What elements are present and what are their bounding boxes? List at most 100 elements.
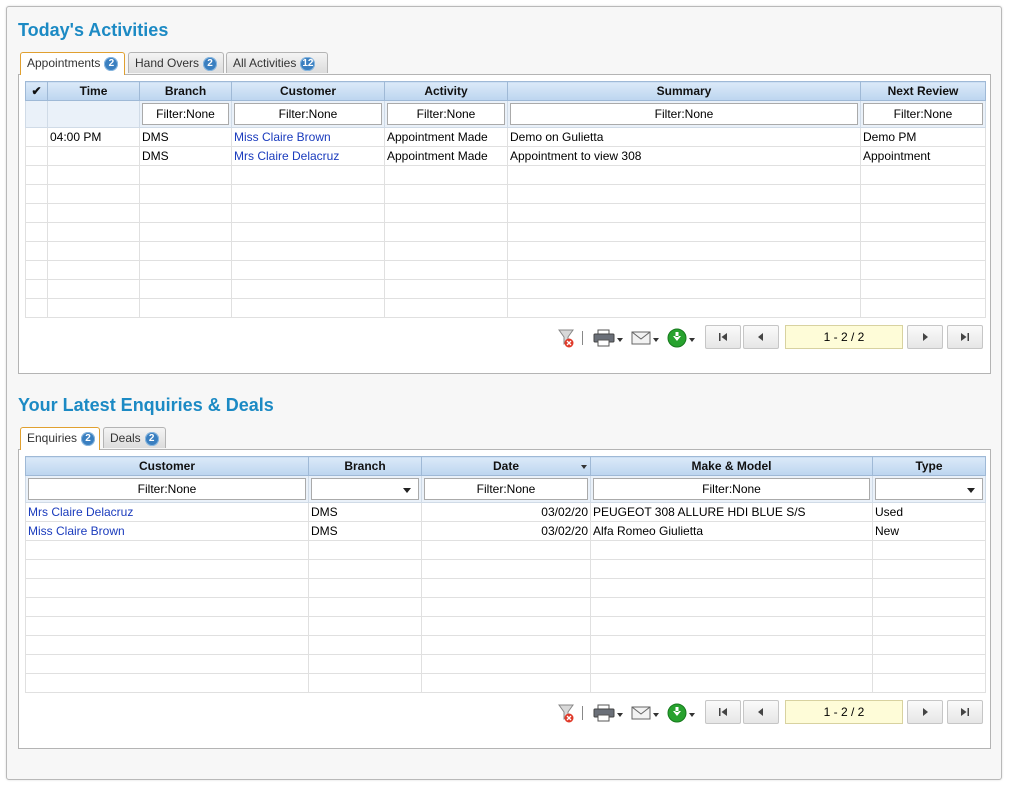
column-header-next-review[interactable]: Next Review: [860, 81, 986, 101]
type-cell: New: [872, 521, 986, 541]
activity-filter[interactable]: Filter:None: [387, 103, 505, 125]
empty-cell: [507, 298, 861, 318]
filter-cell: Filter:None: [860, 100, 986, 128]
prev-page-icon: [758, 708, 763, 716]
empty-cell: [860, 184, 986, 204]
next-page-button[interactable]: [907, 700, 943, 724]
table-row[interactable]: DMS Mrs Claire Delacruz Appointment Made…: [25, 146, 986, 166]
chevron-down-icon: [403, 488, 411, 493]
table-row[interactable]: 04:00 PM DMS Miss Claire Brown Appointme…: [25, 127, 986, 147]
date-filter[interactable]: Filter:None: [424, 478, 588, 500]
filter-row: Filter:None Filter:None Filter:None Filt…: [25, 100, 986, 128]
page-indicator: 1 - 2 / 2: [785, 700, 903, 724]
column-header-customer[interactable]: Customer: [25, 456, 309, 476]
empty-cell: [25, 616, 309, 636]
column-header-type[interactable]: Type: [872, 456, 986, 476]
empty-cell: [590, 673, 873, 693]
empty-cell: [421, 540, 591, 560]
tab-deals[interactable]: Deals 2: [103, 427, 166, 448]
summary-filter[interactable]: Filter:None: [510, 103, 858, 125]
empty-cell: [872, 578, 986, 598]
column-header-customer[interactable]: Customer: [231, 81, 385, 101]
column-header-summary[interactable]: Summary: [507, 81, 861, 101]
empty-cell: [139, 298, 232, 318]
filter-cell: Filter:None: [507, 100, 861, 128]
clear-filter-icon[interactable]: [557, 700, 577, 726]
print-icon[interactable]: [593, 325, 623, 351]
empty-cell: [25, 241, 48, 261]
empty-cell: [47, 184, 140, 204]
next-review-filter[interactable]: Filter:None: [863, 103, 983, 125]
empty-cell: [47, 298, 140, 318]
make-model-cell: Alfa Romeo Giulietta: [590, 521, 873, 541]
customer-link[interactable]: Mrs Claire Delacruz: [25, 502, 309, 522]
last-page-button[interactable]: [947, 325, 983, 349]
activity-cell: Appointment Made: [384, 127, 508, 147]
last-page-button[interactable]: [947, 700, 983, 724]
column-header-activity[interactable]: Activity: [384, 81, 508, 101]
table-row[interactable]: Mrs Claire Delacruz DMS 03/02/20 PEUGEOT…: [25, 502, 986, 522]
tab-enquiries[interactable]: Enquiries 2: [20, 427, 100, 450]
tab-all-activities[interactable]: All Activities 12: [226, 52, 328, 73]
empty-cell: [139, 222, 232, 242]
email-icon[interactable]: [631, 700, 659, 726]
filter-cell: Filter:None: [421, 475, 591, 503]
download-icon[interactable]: [667, 700, 695, 726]
enquiries-title: Your Latest Enquiries & Deals: [18, 395, 274, 415]
check-cell[interactable]: [25, 127, 48, 147]
column-header-time[interactable]: Time: [47, 81, 140, 101]
page-indicator: 1 - 2 / 2: [785, 325, 903, 349]
first-page-icon: [719, 333, 727, 341]
download-icon[interactable]: [667, 325, 695, 351]
next-page-icon: [923, 333, 928, 341]
empty-cell: [421, 597, 591, 617]
prev-page-button[interactable]: [743, 700, 779, 724]
table-row[interactable]: Miss Claire Brown DMS 03/02/20 Alfa Rome…: [25, 521, 986, 541]
date-cell: 03/02/20: [421, 521, 591, 541]
customer-filter[interactable]: Filter:None: [234, 103, 382, 125]
next-page-button[interactable]: [907, 325, 943, 349]
prev-page-button[interactable]: [743, 325, 779, 349]
column-header-date[interactable]: Date: [421, 456, 591, 476]
chevron-down-icon: [617, 338, 623, 342]
branch-filter[interactable]: Filter:None: [142, 103, 229, 125]
email-icon[interactable]: [631, 325, 659, 351]
customer-filter[interactable]: Filter:None: [28, 478, 306, 500]
empty-row: [25, 203, 986, 223]
tab-label: Deals: [110, 431, 141, 445]
column-header-check[interactable]: ✔: [25, 81, 48, 101]
print-icon[interactable]: [593, 700, 623, 726]
make-model-filter[interactable]: Filter:None: [593, 478, 870, 500]
check-cell[interactable]: [25, 146, 48, 166]
empty-cell: [25, 540, 309, 560]
customer-link[interactable]: Mrs Claire Delacruz: [231, 146, 385, 166]
empty-cell: [507, 260, 861, 280]
customer-link[interactable]: Miss Claire Brown: [231, 127, 385, 147]
chevron-down-icon: [689, 338, 695, 342]
customer-link[interactable]: Miss Claire Brown: [25, 521, 309, 541]
column-header-make-model[interactable]: Make & Model: [590, 456, 873, 476]
first-page-button[interactable]: [705, 700, 741, 724]
empty-cell: [308, 559, 422, 579]
empty-cell: [421, 654, 591, 674]
prev-page-icon: [758, 333, 763, 341]
first-page-button[interactable]: [705, 325, 741, 349]
empty-row: [25, 616, 986, 636]
empty-cell: [507, 203, 861, 223]
column-header-branch[interactable]: Branch: [308, 456, 422, 476]
empty-cell: [25, 203, 48, 223]
empty-cell: [47, 241, 140, 261]
empty-cell: [308, 616, 422, 636]
count-badge: 2: [81, 431, 96, 446]
empty-cell: [860, 260, 986, 280]
empty-cell: [384, 241, 508, 261]
branch-filter-select[interactable]: [311, 478, 419, 500]
empty-cell: [139, 241, 232, 261]
type-filter-select[interactable]: [875, 478, 983, 500]
branch-cell: DMS: [308, 521, 422, 541]
column-header-branch[interactable]: Branch: [139, 81, 232, 101]
tab-hand-overs[interactable]: Hand Overs 2: [128, 52, 224, 73]
tab-appointments[interactable]: Appointments 2: [20, 52, 125, 75]
filter-cell: Filter:None: [590, 475, 873, 503]
clear-filter-icon[interactable]: [557, 325, 577, 351]
